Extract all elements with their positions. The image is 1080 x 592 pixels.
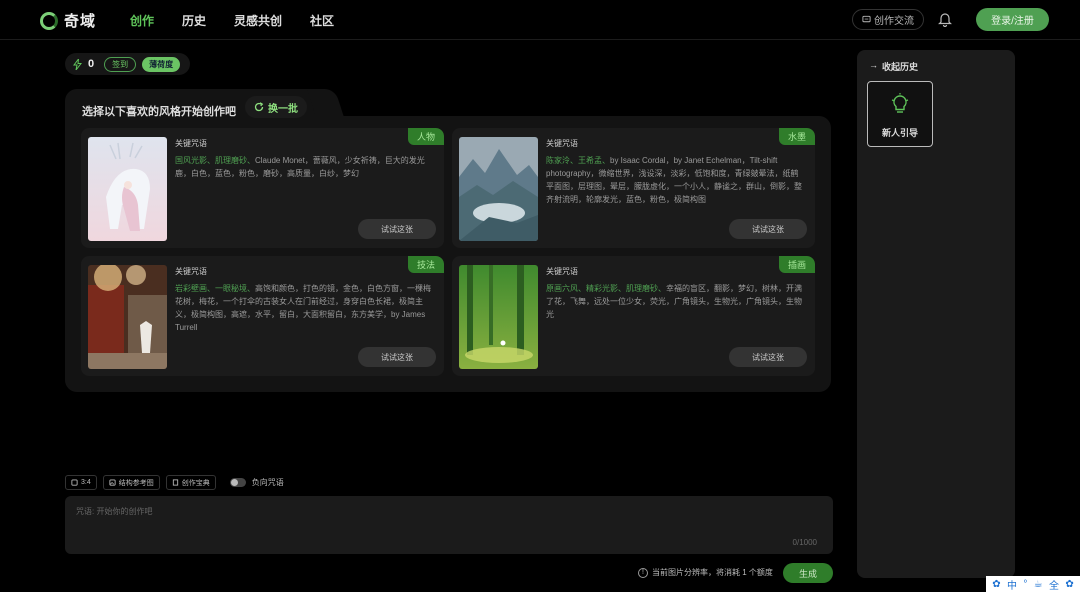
info-icon: ! bbox=[638, 567, 648, 578]
cost-hint: ! 当前图片分辨率，将消耗 1 个额度 bbox=[638, 567, 773, 578]
cost-hint-text: 当前图片分辨率，将消耗 1 个额度 bbox=[652, 568, 773, 577]
card-prompt: 国风光影、肌理磨砂、Claude Monet，蔷薇风，少女祈祷，巨大的发光鹿，白… bbox=[175, 154, 433, 180]
card-prompt-highlight: 陈家泠、王希孟、 bbox=[546, 156, 610, 165]
card-prompt-highlight: 原画六风、精彩光影、肌理磨砂、 bbox=[546, 284, 666, 293]
card-prompt: 原画六风、精彩光影、肌理磨砂、幸福的盲区，翻影，梦幻，树林，开满了花，飞舞，远处… bbox=[546, 282, 804, 321]
main-nav: 创作 历史 灵感共创 社区 bbox=[130, 12, 362, 29]
image-icon bbox=[109, 479, 116, 486]
prompt-options: 3:4 结构参考图 创作宝典 负向咒语 bbox=[65, 475, 284, 490]
logo-icon bbox=[40, 11, 58, 30]
reference-image-button[interactable]: 结构参考图 bbox=[102, 475, 160, 490]
negative-prompt-label: 负向咒语 bbox=[251, 478, 284, 487]
ratio-button[interactable]: 3:4 bbox=[65, 475, 97, 490]
lightbulb-icon bbox=[891, 93, 909, 113]
generate-button[interactable]: 生成 bbox=[783, 563, 833, 583]
guide-button[interactable]: 薄荷度 bbox=[142, 56, 181, 72]
logo[interactable]: 奇域 bbox=[40, 10, 96, 31]
refresh-button[interactable]: 换一批 bbox=[245, 96, 307, 118]
ime-fullwidth[interactable]: 全 bbox=[1049, 577, 1059, 592]
card-image bbox=[88, 265, 167, 369]
refresh-label: 换一批 bbox=[268, 103, 298, 115]
style-card[interactable]: 关键咒语 国风光影、肌理磨砂、Claude Monet，蔷薇风，少女祈祷，巨大的… bbox=[81, 128, 444, 248]
history-sidebar: → 收起历史 新人引导 bbox=[857, 50, 1015, 578]
card-tag: 插画 bbox=[778, 256, 815, 273]
card-image bbox=[459, 265, 538, 369]
arrow-right-icon: → bbox=[869, 60, 878, 70]
try-button[interactable]: 试试这张 bbox=[729, 347, 807, 367]
newbie-guide-label: 新人引导 bbox=[881, 128, 918, 138]
ime-cup-icon[interactable]: ☕ bbox=[1034, 579, 1043, 590]
checkin-button[interactable]: 签到 bbox=[104, 56, 137, 72]
style-card[interactable]: 关键咒语 岩彩壁画、一眼秘境、高饱和颜色，打色的镜，金色，白色方窗，一棵梅花树，… bbox=[81, 256, 444, 376]
nav-inspiration[interactable]: 灵感共创 bbox=[234, 12, 282, 29]
bell-icon[interactable] bbox=[938, 11, 952, 27]
card-label: 关键咒语 bbox=[546, 267, 578, 276]
chat-icon bbox=[862, 15, 871, 23]
panel-title: 选择以下喜欢的风格开始创作吧 bbox=[82, 106, 236, 118]
ime-punct[interactable]: ° bbox=[1023, 579, 1027, 590]
ratio-label: 3:4 bbox=[81, 479, 91, 486]
prompt-char-count: 0/1000 bbox=[792, 538, 817, 547]
top-bar: 奇域 创作 历史 灵感共创 社区 创作交流 登录/注册 bbox=[0, 0, 1080, 40]
reference-image-label: 结构参考图 bbox=[118, 479, 154, 487]
nav-create[interactable]: 创作 bbox=[130, 12, 154, 29]
card-label: 关键咒语 bbox=[175, 139, 207, 148]
card-image bbox=[88, 137, 167, 241]
refresh-icon bbox=[254, 102, 264, 112]
nav-community[interactable]: 社区 bbox=[310, 12, 334, 29]
card-label: 关键咒语 bbox=[175, 267, 207, 276]
collapse-history-button[interactable]: → 收起历史 bbox=[869, 60, 918, 73]
ime-mode[interactable]: 中 bbox=[1007, 577, 1017, 592]
ime-skin-icon[interactable]: ✿ bbox=[1065, 579, 1073, 590]
paw-icon[interactable]: ✿ bbox=[992, 579, 1000, 590]
nav-history[interactable]: 历史 bbox=[182, 12, 206, 29]
creation-exchange-button[interactable]: 创作交流 bbox=[852, 9, 924, 30]
creation-guide-label: 创作宝典 bbox=[181, 479, 210, 487]
lightning-icon bbox=[73, 58, 82, 70]
card-label: 关键咒语 bbox=[546, 139, 578, 148]
prompt-placeholder: 咒语: 开始你的创作吧 bbox=[76, 507, 153, 516]
logo-text: 奇域 bbox=[64, 13, 97, 30]
card-tag: 水墨 bbox=[778, 128, 815, 145]
style-card[interactable]: 关键咒语 陈家泠、王希孟、by Isaac Cordal，by Janet Ec… bbox=[452, 128, 815, 248]
creation-guide-button[interactable]: 创作宝典 bbox=[165, 475, 216, 490]
try-button[interactable]: 试试这张 bbox=[358, 347, 436, 367]
credit-bar: 0 签到 薄荷度 bbox=[65, 53, 190, 75]
negative-prompt-toggle[interactable] bbox=[229, 478, 246, 487]
card-tag: 人物 bbox=[407, 128, 444, 145]
collapse-history-label: 收起历史 bbox=[882, 62, 919, 72]
creation-exchange-label: 创作交流 bbox=[874, 16, 914, 27]
style-card[interactable]: 关键咒语 原画六风、精彩光影、肌理磨砂、幸福的盲区，翻影，梦幻，树林，开满了花，… bbox=[452, 256, 815, 376]
book-icon bbox=[172, 479, 178, 486]
card-prompt-highlight: 国风光影、肌理磨砂、 bbox=[175, 156, 255, 165]
prompt-input[interactable]: 咒语: 开始你的创作吧 0/1000 bbox=[65, 496, 833, 554]
try-button[interactable]: 试试这张 bbox=[358, 219, 436, 239]
credit-value: 0 bbox=[88, 58, 95, 70]
login-button[interactable]: 登录/注册 bbox=[976, 8, 1049, 31]
ime-toolbar: ✿ 中 ° ☕ 全 ✿ bbox=[986, 576, 1080, 592]
card-prompt-highlight: 岩彩壁画、一眼秘境、 bbox=[175, 284, 255, 293]
newbie-guide-card[interactable]: 新人引导 bbox=[867, 81, 933, 147]
card-image bbox=[459, 137, 538, 241]
style-panel: 选择以下喜欢的风格开始创作吧 换一批 关键咒语 国风光影、肌理磨砂、Claude… bbox=[65, 89, 831, 392]
card-prompt: 岩彩壁画、一眼秘境、高饱和颜色，打色的镜，金色，白色方窗，一棵梅花树，梅花，一个… bbox=[175, 282, 433, 334]
try-button[interactable]: 试试这张 bbox=[729, 219, 807, 239]
ratio-icon bbox=[71, 479, 78, 486]
card-tag: 技法 bbox=[407, 256, 444, 273]
card-prompt: 陈家泠、王希孟、by Isaac Cordal，by Janet Echelma… bbox=[546, 154, 804, 206]
